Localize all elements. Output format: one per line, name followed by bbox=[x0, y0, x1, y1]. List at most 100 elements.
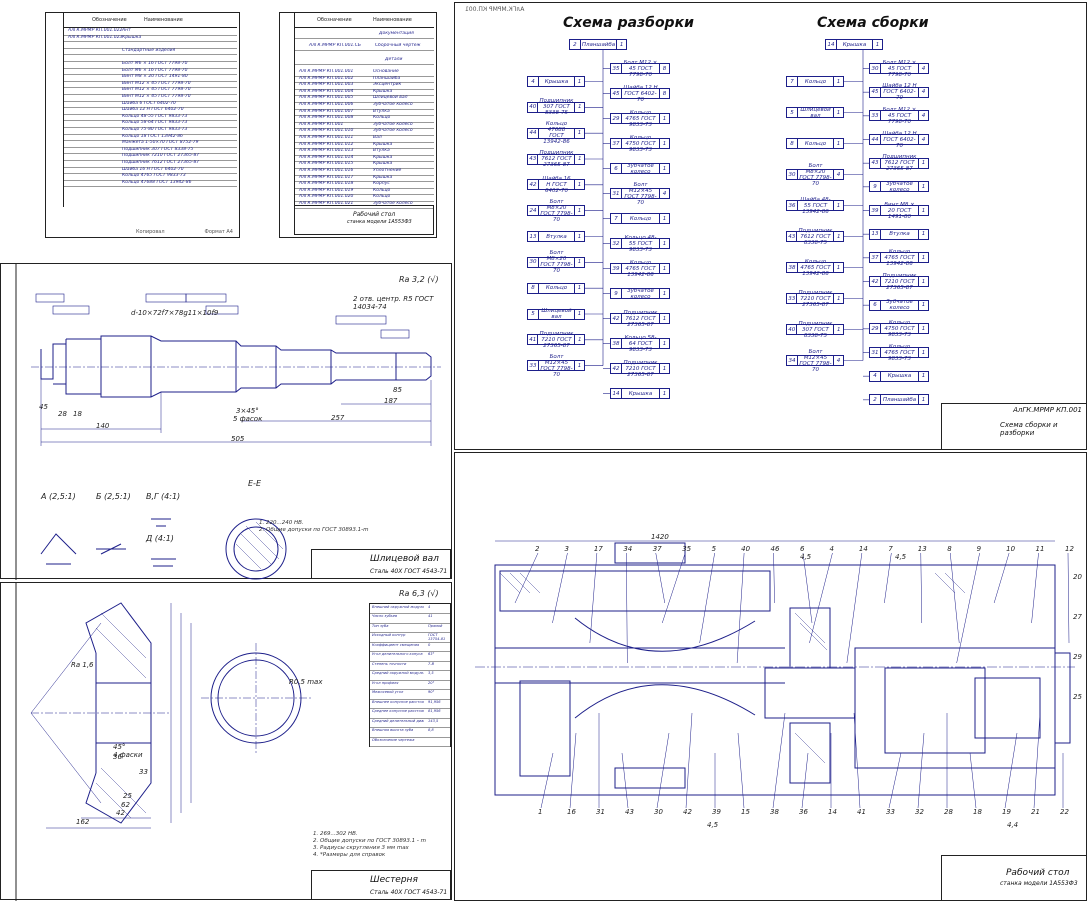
assembly-callout-bottom: 1 bbox=[538, 808, 543, 816]
spec2-row-code: АлГК.МРМР КП.001.013 bbox=[299, 148, 354, 154]
scheme-right-sub-box: 42 Подшипник 7210 ГОСТ 27365-87 1 bbox=[869, 273, 929, 291]
scheme-left-sub-box-text: Зубчатое колесо bbox=[627, 162, 654, 175]
gear-note-3: 3. Радиусы скругления 3 мм max bbox=[313, 845, 409, 851]
spec1-row-name: Кольцо 48-55 ГОСТ 9833-73 bbox=[122, 113, 188, 119]
gear-dim-ra: Ra 1,6 bbox=[71, 661, 94, 669]
scheme-left-sub-box-text: Кольцо 4750 ГОСТ 9833-73 bbox=[625, 134, 656, 153]
assembly-callout-bottom: 32 bbox=[915, 808, 924, 816]
scheme-left-sub-box-text: Болт М12×45 ГОСТ 7798-70 bbox=[624, 181, 657, 206]
scheme-left-sub-box-qty: 1 bbox=[659, 214, 669, 223]
gear-param-value: 3,5 bbox=[428, 671, 434, 676]
assembly-callout-fraction: 4,4 bbox=[1007, 821, 1019, 829]
gear-param-name: Тип зуба bbox=[372, 623, 389, 628]
scheme-left-main-box-pos: 41 bbox=[528, 335, 539, 345]
scheme-right-sub-box-qty: 4 bbox=[918, 111, 928, 121]
scheme-right-sub-box-text: Болт М12 × 45 ГОСТ 7798-70 bbox=[882, 59, 917, 78]
scheme-left-main-box-text: Болт М8×20 ГОСТ 7798-70 bbox=[540, 198, 573, 223]
assembly-callout-side: 29 bbox=[1073, 653, 1082, 661]
spec2-row-code: АлГК.МРМР КП.001.002 bbox=[299, 75, 354, 81]
gear-param-name: Внешняя высота зуба bbox=[372, 728, 414, 733]
scheme-right-sub-box-pos: 13 bbox=[870, 229, 881, 239]
scheme-right-sub-box-qty: 1 bbox=[918, 395, 928, 405]
spec1-row-name: Шайба 16 Н ГОСТ 6402-70 bbox=[122, 166, 184, 172]
spec1-row-name: Шайба 6 ГОСТ 6402-70 bbox=[122, 100, 176, 106]
gear-dim-chamfers: 4 фаски bbox=[113, 751, 143, 759]
gear-param-value: 41 bbox=[428, 614, 433, 619]
gear-param-name: Средний делительный диаметр bbox=[372, 718, 424, 723]
spec2-row-code: АлГК.МРМР КП.001.007 bbox=[299, 108, 354, 114]
scheme-right-sub-box-pos: 37 bbox=[870, 253, 881, 263]
spec2-row-name: Крышка bbox=[373, 88, 393, 94]
scheme-right-main-box-text: Подшипник 7210 ГОСТ 27365-87 bbox=[798, 289, 833, 308]
shaft-view-a: А (2,5:1) bbox=[41, 492, 76, 501]
spec2-row-name: Кольцо bbox=[373, 194, 391, 200]
scheme-right-sub-box-text: Кольцо 4765 ГОСТ 13942-86 bbox=[884, 248, 915, 267]
scheme-right-sub-box-pos: 2 bbox=[870, 395, 881, 405]
scheme-right-sub-box-qty: 1 bbox=[918, 182, 928, 192]
scheme-right-main-box-text: Шайба 48-55 ГОСТ 13942-86 bbox=[800, 196, 831, 215]
scheme-title-code: АлГК.МРМР КП.001 bbox=[1013, 406, 1082, 414]
scheme-left-sub-box-qty: 1 bbox=[659, 364, 669, 373]
scheme-left-sub-box-text: Крышка bbox=[628, 390, 653, 397]
scheme-left-main-box: 41 Подшипник 7210 ГОСТ 27365-87 1 bbox=[527, 331, 585, 349]
gear-param-value: 91,956 bbox=[428, 699, 441, 704]
scheme-left-main-box-text: Болт М8×20 ГОСТ 7798-70 bbox=[540, 250, 573, 275]
scheme-right-sub-box-qty: 1 bbox=[918, 158, 928, 168]
scheme-right-sub-box: 2 Планшайба 1 bbox=[869, 394, 929, 406]
scheme-right-main-box-text: Болт М8×20 ГОСТ 7798-70 bbox=[799, 162, 832, 187]
scheme-right-sub-box: 39 Винт М8 × 20 ГОСТ 1491-80 1 bbox=[869, 202, 929, 220]
scheme-right-main-box: 5 Шлицевой вал 1 bbox=[786, 107, 844, 119]
assembly-callout-fraction: 4,5 bbox=[800, 553, 812, 561]
scheme-right-sub-box-pos: 4 bbox=[870, 371, 881, 381]
shaft-roughness: Ra 3,2 (√) bbox=[399, 275, 439, 284]
scheme-right-main-box: 34 Болт М12×45 ГОСТ 7798-70 4 bbox=[786, 349, 844, 373]
spec2-row-code: АлГК.МРМР КП.001.003 bbox=[299, 82, 354, 88]
shaft-section-views bbox=[40, 518, 287, 580]
spec1-row-name: Кольцо 47688 ГОСТ 13942-86 bbox=[122, 179, 192, 185]
spec2-rows: АлГК.МРМР КП.001.001 Основание АлГК.МРМР К… bbox=[295, 69, 434, 209]
scheme-right-sub-box-qty: 4 bbox=[918, 87, 928, 97]
gear-param-name: Коэффициент смещения bbox=[372, 642, 420, 647]
scheme-left-main-box-pos: 42 bbox=[528, 180, 539, 190]
scheme-left-main-box-text: Подшипник 7210 ГОСТ 27365-87 bbox=[539, 330, 574, 349]
shaft-dim-187: 187 bbox=[384, 397, 398, 405]
scheme-right-main-box-pos: 5 bbox=[787, 108, 798, 117]
spec1-row-name: Винт М12 × 45 ГОСТ 7798-70 bbox=[122, 87, 191, 93]
spec2-row-name: Кольцо bbox=[373, 187, 391, 193]
spec1-row-name: Винт М12 × 45 ГОСТ 7798-70 bbox=[122, 94, 191, 99]
spec2-title-sub: станка модели 1А553Ф3 bbox=[347, 219, 412, 225]
scheme-left-main-box: 13 Втулка 1 bbox=[527, 231, 585, 242]
scheme-right-main-box-pos: 30 bbox=[787, 170, 798, 179]
spec2-row-code: АлГК.МРМР КП.001.001 bbox=[299, 69, 354, 74]
gear-dim-62: 62 bbox=[121, 801, 130, 809]
spec2-doc-code: АлГК.МРМР КП.001.СБ bbox=[309, 43, 361, 48]
scheme-left-main-box-text: Кольцо 47688 ГОСТ 13942-86 bbox=[543, 121, 570, 146]
spec1-row-name: Винт М12 × 45 ГОСТ 7798-70 bbox=[122, 80, 191, 86]
assembly-callout-top: 13 bbox=[917, 545, 927, 553]
scheme-left-sub-box: 42 Подшипник 7612 ГОСТ 27365-87 1 bbox=[610, 310, 670, 328]
gear-param-name: Угол профиля bbox=[372, 680, 399, 685]
scheme-left-sub-box-qty: 1 bbox=[659, 139, 669, 148]
scheme-left-sub-box-qty: 1 bbox=[659, 289, 669, 298]
scheme-left-sub-box-pos: 9 bbox=[611, 289, 622, 298]
spec2-row-name: Втулка bbox=[373, 148, 390, 154]
scheme-left-sub-box-text: Кольцо 58-64 ГОСТ 9833-73 bbox=[624, 334, 657, 353]
scheme-left-sub-box-text: Кольцо 48-55 ГОСТ 9833-73 bbox=[624, 234, 657, 253]
scheme-left-sub-box: 45 Шайба 12 Н ГОСТ 6402-70 8 bbox=[610, 85, 670, 103]
spec2-section-docs-label: Документация bbox=[379, 31, 414, 36]
gear-param-value: 4 bbox=[428, 605, 431, 609]
scheme-right-main-box-text: Кольцо bbox=[804, 78, 827, 85]
assembly-callout-bottom: 30 bbox=[654, 808, 663, 816]
gear-param-value: 143,5 bbox=[428, 718, 439, 723]
scheme-left-sub-box: 31 Болт М12×45 ГОСТ 7798-70 4 bbox=[610, 182, 670, 206]
assembly-callout-top: 4 bbox=[829, 545, 834, 553]
scheme-right-main-box-pos: 36 bbox=[787, 201, 798, 210]
spec1-row-name: Подшипник 7612 ГОСТ 27365-87 bbox=[122, 160, 200, 165]
scheme-right-sub-box-text: Шайба 12 Н ГОСТ 6402-70 bbox=[882, 130, 917, 149]
scheme-right-sub-box: 13 Втулка 1 bbox=[869, 228, 929, 240]
scheme-right-sub-box: 4 Крышка 1 bbox=[869, 370, 929, 382]
spec2-row-name: Кольцо bbox=[373, 115, 391, 121]
spec2-header: Обозначение Наименование bbox=[295, 13, 434, 28]
gear-dim-angle: 45° bbox=[113, 743, 126, 751]
scheme-right-sub-box-qty: 1 bbox=[918, 253, 928, 263]
